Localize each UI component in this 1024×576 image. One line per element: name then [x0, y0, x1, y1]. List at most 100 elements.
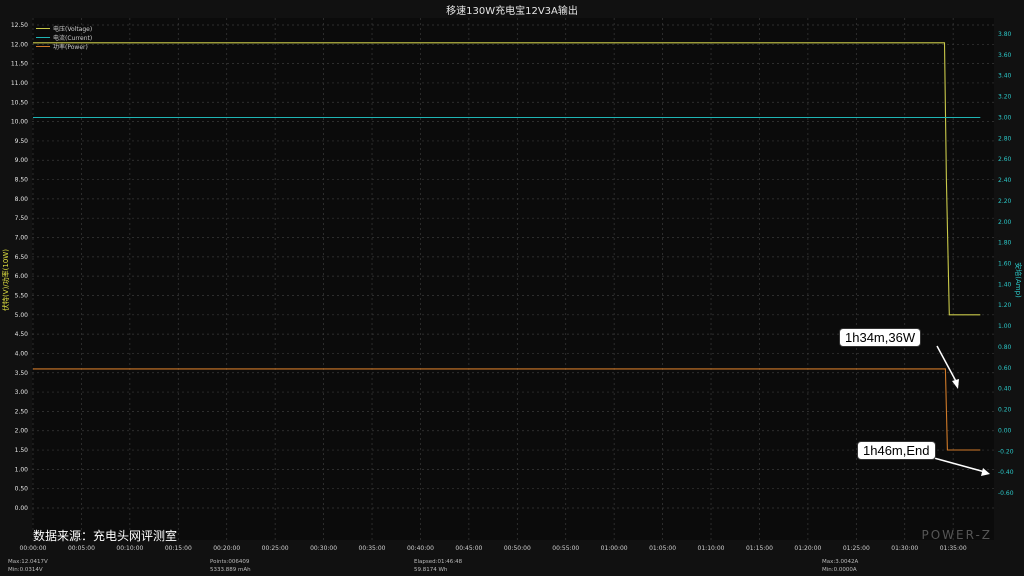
right-tick-label: 3.80	[998, 31, 1012, 38]
stat-current-min: Min:0.0000A	[822, 567, 857, 573]
right-tick-label: 0.00	[998, 427, 1012, 434]
left-axis-label: 伏特(V)/功率(10W)	[1, 249, 10, 311]
right-tick-label: 1.80	[998, 240, 1012, 247]
stat-energy: Elapsed:01:46:48 59.8174 Wh	[414, 558, 462, 574]
stat-elapsed: Elapsed:01:46:48	[414, 559, 463, 565]
left-tick-label: 10.00	[11, 119, 28, 126]
x-tick-label: 00:15:00	[165, 545, 192, 552]
x-tick-label: 01:30:00	[891, 545, 918, 552]
annotation-callout-2: 1h46m,End	[857, 441, 936, 460]
right-tick-label: -0.40	[998, 469, 1014, 476]
right-axis-ticks: -0.60 -0.40 -0.20 0.00 0.20 0.40 0.60 0.80 1.00 1…	[998, 31, 1014, 497]
right-tick-label: 1.40	[998, 281, 1012, 288]
x-tick-label: 01:25:00	[843, 545, 870, 552]
left-tick-label: 5.00	[15, 312, 29, 319]
left-tick-label: 8.00	[15, 196, 29, 203]
legend: 电压(Voltage) 电流(Current) 功率(Power)	[36, 24, 92, 51]
left-tick-label: 1.50	[15, 447, 29, 454]
x-tick-label: 01:15:00	[746, 545, 773, 552]
right-tick-label: 1.00	[998, 323, 1012, 330]
left-tick-label: 4.50	[15, 331, 29, 338]
left-tick-label: 12.00	[11, 41, 28, 48]
right-tick-label: -0.20	[998, 448, 1014, 455]
left-tick-label: 1.00	[15, 466, 29, 473]
left-tick-label: 12.50	[11, 22, 28, 29]
x-tick-label: 00:50:00	[504, 545, 531, 552]
left-tick-label: 7.50	[15, 215, 29, 222]
x-tick-label: 01:05:00	[649, 545, 676, 552]
left-tick-label: 4.00	[15, 350, 29, 357]
left-tick-label: 5.50	[15, 292, 29, 299]
watermark-logo: POWER-Z	[921, 528, 992, 542]
source-caption: 数据来源：充电头网评测室	[33, 529, 178, 543]
stat-current: Max:3.0042A Min:0.0000A	[822, 558, 858, 574]
right-tick-label: 0.20	[998, 407, 1012, 414]
left-tick-label: 9.00	[15, 157, 29, 164]
legend-label-current: 电流(Current)	[53, 35, 93, 42]
stats-bar: Max:12.0417V Min:0.0314V Points:006409 5…	[0, 556, 1024, 576]
right-tick-label: 0.80	[998, 344, 1012, 351]
right-tick-label: 3.00	[998, 114, 1012, 121]
x-tick-label: 01:20:00	[794, 545, 821, 552]
stat-current-max: Max:3.0042A	[822, 559, 859, 565]
right-tick-label: 2.60	[998, 156, 1012, 163]
left-tick-label: 11.50	[11, 61, 28, 68]
right-tick-label: 3.20	[998, 94, 1012, 101]
x-tick-label: 00:35:00	[359, 545, 386, 552]
right-tick-label: 2.20	[998, 198, 1012, 205]
left-tick-label: 7.00	[15, 235, 29, 242]
right-tick-label: 3.40	[998, 73, 1012, 80]
stat-voltage: Max:12.0417V Min:0.0314V	[8, 558, 48, 574]
chart-window: 移速130W充电宝12V3A输出 0.00 0.50 1.00 1.50 2.00 2.5…	[0, 0, 1024, 576]
x-tick-label: 00:45:00	[455, 545, 482, 552]
left-tick-label: 3.50	[15, 370, 29, 377]
legend-item-current: 电流(Current)	[36, 33, 92, 42]
stat-wh: 59.8174 Wh	[414, 567, 448, 573]
stat-voltage-min: Min:0.0314V	[8, 567, 43, 573]
right-tick-label: 0.40	[998, 386, 1012, 393]
legend-item-voltage: 电压(Voltage)	[36, 24, 92, 33]
x-tick-label: 00:00:00	[20, 545, 47, 552]
left-tick-label: 11.00	[11, 80, 28, 87]
left-tick-label: 3.00	[15, 389, 29, 396]
stat-points: Points:006409	[210, 559, 250, 565]
x-tick-label: 00:10:00	[116, 545, 143, 552]
left-tick-label: 9.50	[15, 138, 29, 145]
x-tick-label: 00:20:00	[213, 545, 240, 552]
left-tick-label: 2.00	[15, 428, 29, 435]
right-tick-label: 1.20	[998, 302, 1012, 309]
annotation-callout-1: 1h34m,36W	[839, 328, 922, 347]
left-tick-label: 6.00	[15, 273, 29, 280]
chart-canvas: 0.00 0.50 1.00 1.50 2.00 2.50 3.00 3.50 4.00 4.50…	[1, 18, 1023, 552]
x-tick-label: 00:55:00	[552, 545, 579, 552]
x-tick-label: 00:30:00	[310, 545, 337, 552]
x-tick-label: 01:00:00	[601, 545, 628, 552]
x-tick-label: 00:25:00	[262, 545, 289, 552]
legend-item-power: 功率(Power)	[36, 42, 92, 51]
left-axis-ticks: 0.00 0.50 1.00 1.50 2.00 2.50 3.00 3.50 4.00 4.50…	[11, 22, 28, 512]
right-tick-label: -0.60	[998, 490, 1014, 497]
left-tick-label: 8.50	[15, 177, 29, 184]
stat-mah: 5333.889 mAh	[210, 567, 251, 573]
stat-capacity: Points:006409 5333.889 mAh	[210, 558, 251, 574]
x-tick-label: 00:05:00	[68, 545, 95, 552]
right-tick-label: 0.60	[998, 365, 1012, 372]
right-tick-label: 2.80	[998, 135, 1012, 142]
left-tick-label: 10.50	[11, 99, 28, 106]
right-tick-label: 2.40	[998, 177, 1012, 184]
right-tick-label: 1.60	[998, 261, 1012, 268]
legend-label-power: 功率(Power)	[53, 44, 88, 51]
left-tick-label: 0.00	[15, 505, 29, 512]
right-axis-label: 安培(Amp)	[1014, 262, 1023, 298]
x-tick-label: 01:35:00	[940, 545, 967, 552]
plot-area	[32, 18, 994, 540]
x-tick-label: 01:10:00	[698, 545, 725, 552]
x-tick-label: 00:40:00	[407, 545, 434, 552]
left-tick-label: 0.50	[15, 486, 29, 493]
left-tick-label: 6.50	[15, 254, 29, 261]
legend-label-voltage: 电压(Voltage)	[53, 26, 93, 33]
right-tick-label: 3.60	[998, 52, 1012, 59]
stat-voltage-max: Max:12.0417V	[8, 559, 48, 565]
x-axis-ticks: 00:00:00 00:05:00 00:10:00 00:15:00 00:20:00…	[20, 545, 967, 552]
right-tick-label: 2.00	[998, 219, 1012, 226]
